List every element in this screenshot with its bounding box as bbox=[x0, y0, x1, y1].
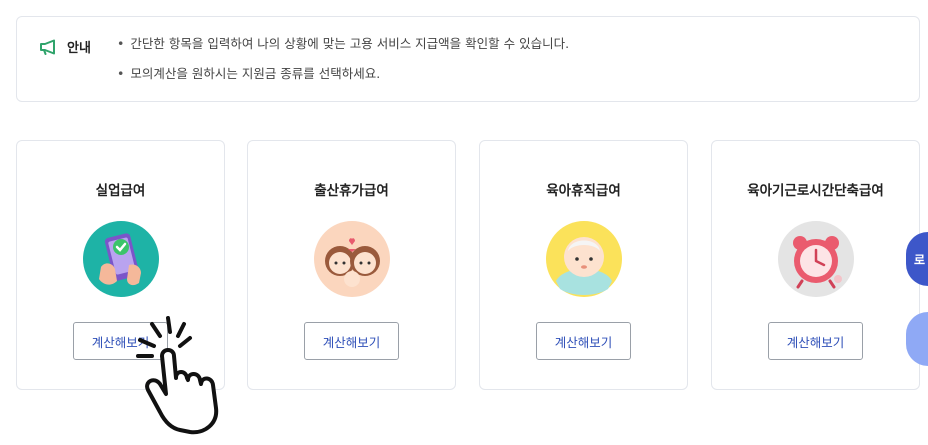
card-title: 출산휴가급여 bbox=[314, 183, 389, 199]
megaphone-icon bbox=[39, 39, 59, 55]
mother-baby-icon bbox=[313, 221, 390, 297]
calculate-button[interactable]: 계산해보기 bbox=[536, 322, 631, 360]
notice-line: 간단한 항목을 입력하여 나의 상황에 맞는 고용 서비스 지급액을 확인할 수… bbox=[117, 37, 569, 51]
notice-list: 간단한 항목을 입력하여 나의 상황에 맞는 고용 서비스 지급액을 확인할 수… bbox=[117, 37, 569, 97]
phone-check-icon bbox=[82, 221, 159, 297]
card-maternity-leave-benefit: 출산휴가급여 계산해보기 bbox=[247, 140, 456, 390]
notice-box: 안내 간단한 항목을 입력하여 나의 상황에 맞는 고용 서비스 지급액을 확인… bbox=[16, 16, 920, 102]
card-title: 육아기근로시간단축급여 bbox=[747, 183, 884, 199]
pointing-hand-cursor-icon bbox=[136, 316, 219, 435]
notice-title: 안내 bbox=[67, 41, 91, 56]
alarm-clock-icon bbox=[777, 221, 854, 297]
card-parental-leave-benefit: 육아휴직급여 계산해보기 bbox=[479, 140, 688, 390]
floating-quick-label: 로 bbox=[914, 253, 926, 267]
notice-header: 안내 bbox=[39, 37, 91, 56]
notice-line: 모의계산을 원하시는 지원금 종류를 선택하세요. bbox=[117, 67, 569, 81]
calculate-button[interactable]: 계산해보기 bbox=[304, 322, 399, 360]
card-reduced-hours-benefit: 육아기근로시간단축급여 계산해보기 bbox=[711, 140, 920, 390]
card-title: 실업급여 bbox=[95, 183, 146, 199]
card-title: 육아휴직급여 bbox=[546, 183, 621, 199]
calculate-button[interactable]: 계산해보기 bbox=[768, 322, 863, 360]
baby-icon bbox=[545, 221, 622, 297]
